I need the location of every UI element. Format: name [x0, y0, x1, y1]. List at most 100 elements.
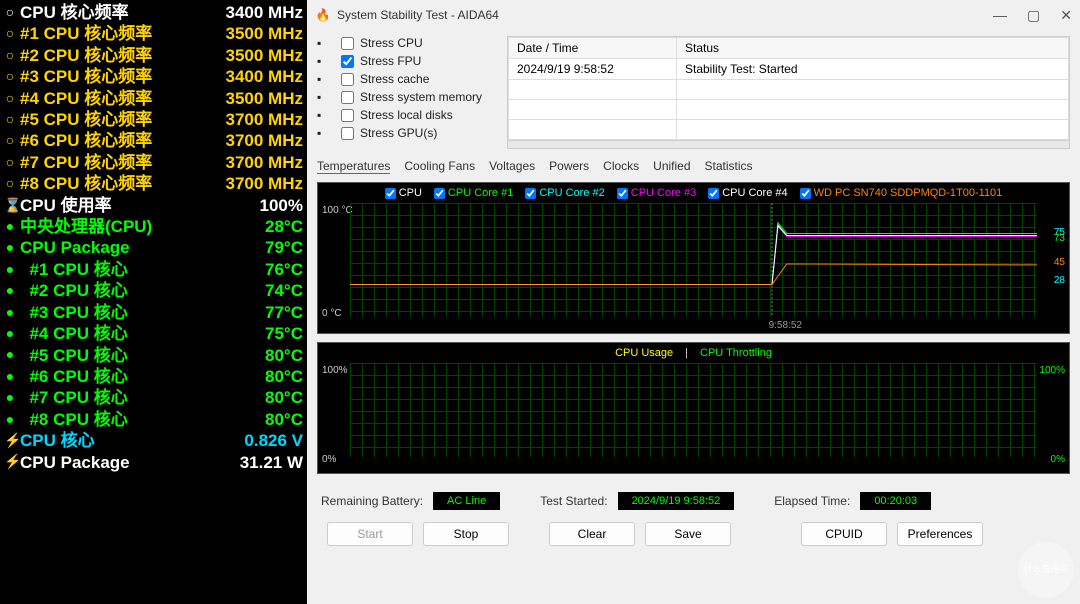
clear-button[interactable]: Clear	[549, 522, 635, 546]
x-axis-label: 9:58:52	[769, 320, 802, 331]
legend-checkbox[interactable]	[800, 188, 811, 199]
sensor-row: ⚡CPU 核心0.826 V	[4, 430, 303, 451]
sensor-row: ○#8 CPU 核心频率3700 MHz	[4, 173, 303, 194]
legend-item[interactable]: CPU Core #2	[525, 187, 604, 199]
device-icon: ▪	[317, 72, 335, 86]
sensor-row: ● #4 CPU 核心75°C	[4, 323, 303, 344]
legend-checkbox[interactable]	[434, 188, 445, 199]
legend-item[interactable]: CPU Core #1	[434, 187, 513, 199]
y-axis-label: 100 °C	[322, 205, 353, 216]
sensor-row: ●中央处理器(CPU)28°C	[4, 216, 303, 237]
legend-label: CPU Usage	[615, 347, 673, 359]
stress-cache: ▪ Stress cache	[317, 72, 497, 86]
watermark: 什么值得买	[1018, 542, 1074, 598]
stress-fpu-checkbox[interactable]	[341, 55, 354, 68]
minimize-icon[interactable]: —	[993, 7, 1007, 24]
legend-item[interactable]: CPU Core #3	[617, 187, 696, 199]
stress-gpu-checkbox[interactable]	[341, 127, 354, 140]
legend-label: CPU Throttling	[700, 347, 772, 359]
stress-label: Stress GPU(s)	[360, 126, 437, 140]
sensor-row: ○#3 CPU 核心频率3400 MHz	[4, 66, 303, 87]
y-value: 45	[1054, 257, 1065, 268]
tab-powers[interactable]: Powers	[549, 159, 589, 174]
y-value: 28	[1054, 275, 1065, 286]
log-header-date: Date / Time	[509, 38, 677, 59]
log-cell: 2024/9/19 9:58:52	[509, 59, 677, 80]
y-axis-label: 0%	[1051, 454, 1065, 465]
legend-checkbox[interactable]	[385, 188, 396, 199]
stress-label: Stress cache	[360, 72, 429, 86]
legend-item[interactable]: CPU Core #4	[708, 187, 787, 199]
elapsed-value: 00:20:03	[860, 492, 931, 510]
tab-cooling-fans[interactable]: Cooling Fans	[404, 159, 475, 174]
legend-item[interactable]: WD PC SN740 SDDPMQD-1T00-1101	[800, 187, 1003, 199]
sensor-row: ⚡CPU Package31.21 W	[4, 452, 303, 473]
sensor-row: ● #7 CPU 核心80°C	[4, 387, 303, 408]
tab-statistics[interactable]: Statistics	[705, 159, 753, 174]
stress-disk-checkbox[interactable]	[341, 109, 354, 122]
sensor-row: ● #5 CPU 核心80°C	[4, 345, 303, 366]
usage-chart: CPU Usage | CPU Throttling 100% 0% 100% …	[317, 342, 1070, 474]
stress-cpu-checkbox[interactable]	[341, 37, 354, 50]
y-value: 73	[1054, 233, 1065, 244]
titlebar: 🔥 System Stability Test - AIDA64 — ▢ ✕	[307, 0, 1080, 30]
sensor-row: ⌛CPU 使用率100%	[4, 195, 303, 216]
stress-label: Stress CPU	[360, 36, 423, 50]
legend-checkbox[interactable]	[525, 188, 536, 199]
device-icon: ▪	[317, 90, 335, 104]
stress-label: Stress FPU	[360, 54, 421, 68]
button-bar: Start Stop Clear Save CPUID Preferences	[307, 516, 1080, 556]
device-icon: ▪	[317, 36, 335, 50]
aida-window: 🔥 System Stability Test - AIDA64 — ▢ ✕ ▪…	[307, 0, 1080, 604]
tab-unified[interactable]: Unified	[653, 159, 690, 174]
temperature-chart: CPU CPU Core #1 CPU Core #2 CPU Core #3 CPU …	[317, 182, 1070, 334]
started-value: 2024/9/19 9:58:52	[618, 492, 735, 510]
sensor-row: ○#6 CPU 核心频率3700 MHz	[4, 130, 303, 151]
stress-mem: ▪Stress system memory	[317, 90, 497, 104]
legend-item[interactable]: CPU	[385, 187, 422, 199]
sensor-row: ● #3 CPU 核心77°C	[4, 302, 303, 323]
stop-button[interactable]: Stop	[423, 522, 509, 546]
sensor-sidebar: ○CPU 核心频率3400 MHz○#1 CPU 核心频率3500 MHz○#2…	[0, 0, 307, 604]
sensor-row: ● #6 CPU 核心80°C	[4, 366, 303, 387]
y-axis-label: 100%	[322, 365, 348, 376]
sensor-row: ●CPU Package79°C	[4, 237, 303, 258]
scrollbar[interactable]	[508, 140, 1069, 148]
sensor-row: ○#4 CPU 核心频率3500 MHz	[4, 88, 303, 109]
save-button[interactable]: Save	[645, 522, 731, 546]
sensor-row: ○#5 CPU 核心频率3700 MHz	[4, 109, 303, 130]
stress-mem-checkbox[interactable]	[341, 91, 354, 104]
battery-label: Remaining Battery:	[321, 494, 423, 508]
preferences-button[interactable]: Preferences	[897, 522, 983, 546]
tab-voltages[interactable]: Voltages	[489, 159, 535, 174]
legend-checkbox[interactable]	[708, 188, 719, 199]
tabs: Temperatures Cooling Fans Voltages Powers Cl…	[307, 155, 1080, 178]
window-title: System Stability Test - AIDA64	[337, 8, 499, 22]
stress-cache-checkbox[interactable]	[341, 73, 354, 86]
legend-checkbox[interactable]	[617, 188, 628, 199]
stress-disk: ▪Stress local disks	[317, 108, 497, 122]
stress-label: Stress local disks	[360, 108, 453, 122]
start-button[interactable]: Start	[327, 522, 413, 546]
sensor-row: ○#7 CPU 核心频率3700 MHz	[4, 152, 303, 173]
tab-temperatures[interactable]: Temperatures	[317, 159, 390, 174]
sensor-row: ● #8 CPU 核心80°C	[4, 409, 303, 430]
started-label: Test Started:	[540, 494, 607, 508]
y-axis-label: 100%	[1039, 365, 1065, 376]
log-header-status: Status	[677, 38, 1069, 59]
tab-clocks[interactable]: Clocks	[603, 159, 639, 174]
sensor-row: ● #1 CPU 核心76°C	[4, 259, 303, 280]
log-table: Date / TimeStatus 2024/9/19 9:58:52Stabi…	[507, 36, 1070, 149]
cpuid-button[interactable]: CPUID	[801, 522, 887, 546]
stress-cpu: ▪ Stress CPU	[317, 36, 497, 50]
sensor-row: ○#1 CPU 核心频率3500 MHz	[4, 23, 303, 44]
sensor-row: ○CPU 核心频率3400 MHz	[4, 2, 303, 23]
stress-options: ▪ Stress CPU ▪ Stress FPU ▪ Stress cache ▪Stre…	[317, 36, 497, 149]
battery-value: AC Line	[433, 492, 500, 510]
stress-gpu: ▪Stress GPU(s)	[317, 126, 497, 140]
log-cell: Stability Test: Started	[677, 59, 1069, 80]
maximize-icon[interactable]: ▢	[1027, 7, 1040, 24]
sensor-row: ○#2 CPU 核心频率3500 MHz	[4, 45, 303, 66]
sensor-row: ● #2 CPU 核心74°C	[4, 280, 303, 301]
close-icon[interactable]: ✕	[1060, 7, 1072, 24]
